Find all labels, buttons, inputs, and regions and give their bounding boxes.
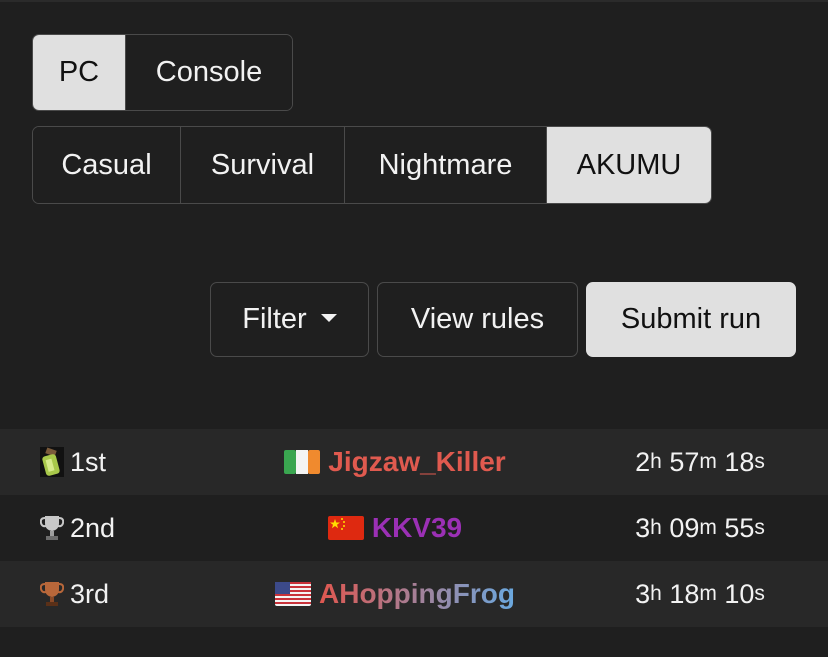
caret-down-icon (320, 313, 337, 322)
china-flag-icon (327, 516, 364, 540)
unit-h: h (650, 450, 662, 473)
leaderboard-row[interactable]: 2nd KKV39 3h 09 m 55 s (0, 495, 828, 561)
leaderboard-row[interactable]: 1st Jigzaw_Killer 2h 57 m 18 s (0, 429, 828, 495)
player-name-link[interactable]: AHoppingFrog (319, 578, 515, 610)
player-cell: KKV39 (180, 495, 610, 561)
unit-h: h (650, 582, 662, 605)
tab-casual[interactable]: Casual (33, 127, 181, 203)
unit-s: s (754, 582, 765, 605)
view-rules-button[interactable]: View rules (377, 282, 578, 357)
player-name-link[interactable]: Jigzaw_Killer (328, 446, 505, 478)
time-minutes: 09 (669, 512, 700, 543)
usa-flag-icon (275, 582, 312, 606)
time-seconds: 18 (724, 446, 755, 477)
player-cell: Jigzaw_Killer (180, 429, 610, 495)
time-hours: 2 (635, 446, 651, 477)
unit-s: s (754, 450, 765, 473)
time-minutes: 57 (669, 446, 700, 477)
tab-console[interactable]: Console (126, 35, 292, 110)
run-time: 2h 57 m 18 s (600, 429, 800, 495)
top-divider (0, 0, 828, 2)
rank-cell: 1st (40, 429, 170, 495)
ireland-flag-icon (284, 450, 321, 474)
rank-cell: 3rd (40, 561, 170, 627)
tab-akumu[interactable]: AKUMU (547, 127, 711, 203)
difficulty-selector: Casual Survival Nightmare AKUMU (32, 126, 712, 204)
unit-h: h (650, 516, 662, 539)
rank-text: 2nd (70, 512, 116, 543)
time-hours: 3 (635, 578, 651, 609)
run-time: 3h 18 m 10 s (600, 561, 800, 627)
platform-selector: PC Console (32, 34, 293, 111)
unit-s: s (754, 516, 765, 539)
filter-dropdown-button[interactable]: Filter (210, 282, 369, 357)
time-seconds: 55 (724, 512, 755, 543)
tab-pc[interactable]: PC (33, 35, 126, 110)
unit-m: m (699, 582, 717, 605)
rank-text: 1st (70, 446, 107, 477)
unit-m: m (699, 516, 717, 539)
bronze-trophy-icon (40, 582, 64, 606)
rank-cell: 2nd (40, 495, 170, 561)
rank-text: 3rd (70, 578, 110, 609)
silver-trophy-icon (40, 516, 64, 540)
submit-run-button[interactable]: Submit run (586, 282, 796, 357)
leaderboard-row[interactable]: 3rd AHoppingFrog 3h 18 m 10 s (0, 561, 828, 627)
tab-nightmare[interactable]: Nightmare (345, 127, 547, 203)
green-item-icon (40, 447, 64, 477)
time-hours: 3 (635, 512, 651, 543)
unit-m: m (699, 450, 717, 473)
run-time: 3h 09 m 55 s (600, 495, 800, 561)
time-minutes: 18 (669, 578, 700, 609)
player-cell: AHoppingFrog (180, 561, 610, 627)
tab-survival[interactable]: Survival (181, 127, 345, 203)
time-seconds: 10 (724, 578, 755, 609)
player-name-link[interactable]: KKV39 (372, 512, 462, 544)
filter-label: Filter (242, 303, 307, 335)
